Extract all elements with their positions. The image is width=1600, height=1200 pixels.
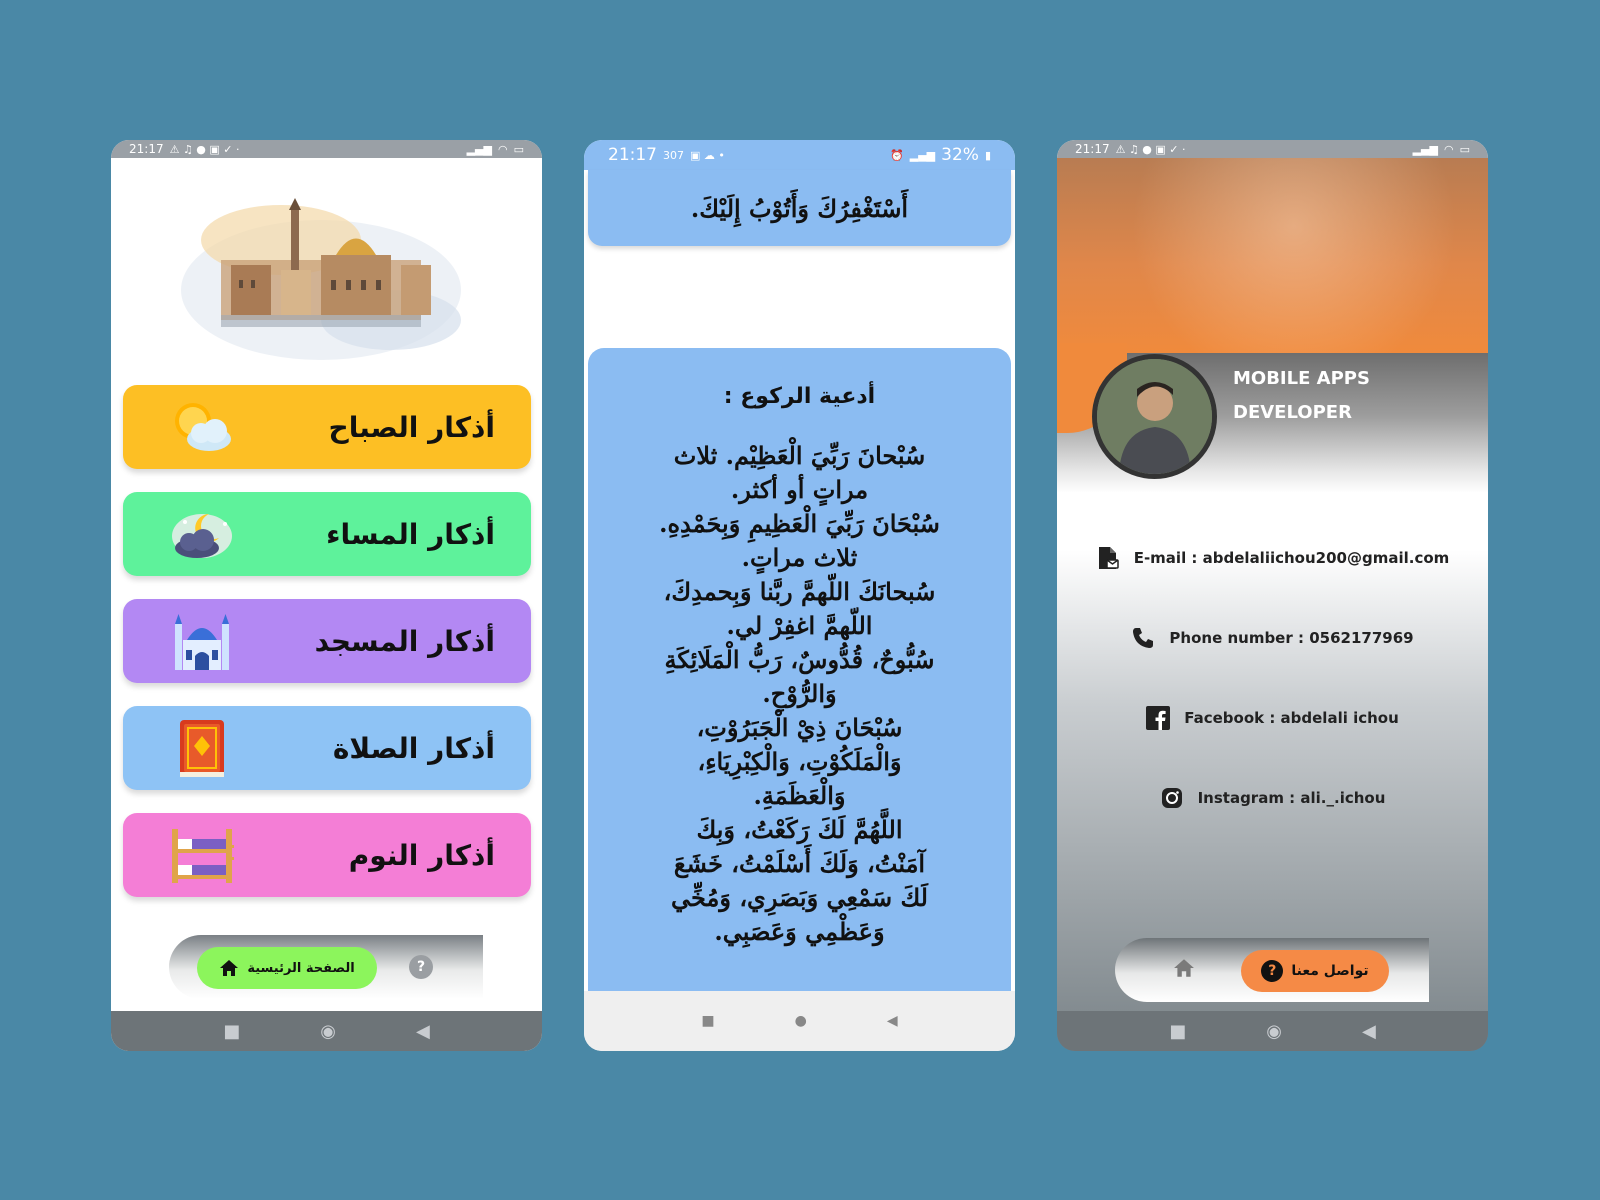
help-icon: ?: [416, 959, 426, 975]
system-nav-bar: ■ ◉ ◀: [111, 1011, 542, 1051]
dua-card-previous: أَسْتَغْفِرُكَ وَأَتُوْبُ إِلَيْكَ.: [588, 170, 1011, 246]
network-speed: 307: [663, 148, 684, 162]
email-document-icon: [1096, 546, 1120, 570]
menu-sleep-adhkar[interactable]: أذكار النوم: [123, 813, 531, 897]
home-system-button[interactable]: ◉: [320, 1021, 336, 1042]
dua-body: سُبْحانَ رَبِّيَ الْعَظِيْم. ثلاث مراتٍ …: [659, 441, 940, 946]
home-nav-button[interactable]: الصفحة الرئيسية: [197, 947, 377, 989]
home-nav-label: الصفحة الرئيسية: [247, 960, 355, 976]
battery-icon: ▭: [1459, 142, 1470, 156]
dua-card-ruku: أدعية الركوع : سُبْحانَ رَبِّيَ الْعَظِي…: [588, 348, 1011, 991]
bunk-bed-icon: [167, 820, 237, 890]
status-bar: 21:17 ⚠ ♫ ● ▣ ✓ · ▂▄▆ ◠ ▭: [111, 140, 542, 158]
recents-button[interactable]: ■: [1169, 1021, 1186, 1042]
help-button[interactable]: ?: [409, 955, 433, 979]
contact-facebook-label: Facebook : abdelali ichou: [1184, 709, 1399, 727]
menu-evening-adhkar[interactable]: أذكار المساء: [123, 492, 531, 576]
menu-label: أذكار الصباح: [328, 410, 495, 444]
system-nav-bar: ■ ◉ ◀: [1057, 1011, 1488, 1051]
menu-label: أذكار الصلاة: [332, 731, 495, 765]
system-nav-bar: ■ ● ◀: [584, 991, 1015, 1051]
menu-label: أذكار المسجد: [314, 624, 495, 658]
bottom-navigation: تواصل معنا ?: [1115, 938, 1429, 1002]
recents-button[interactable]: ■: [701, 1013, 714, 1029]
contact-us-button[interactable]: تواصل معنا ?: [1241, 950, 1389, 992]
contact-us-label: تواصل معنا: [1291, 963, 1369, 979]
menu-prayer-adhkar[interactable]: أذكار الصلاة: [123, 706, 531, 790]
contact-instagram-label: Instagram : ali._.ichou: [1197, 789, 1386, 807]
signal-icon: ▂▄▆: [466, 142, 492, 156]
dua-previous-line: أَسْتَغْفِرُكَ وَأَتُوْبُ إِلَيْكَ.: [690, 193, 909, 223]
mosque-icon: [167, 606, 237, 676]
contact-phone[interactable]: Phone number : 0562177969: [1057, 626, 1488, 650]
menu-mosque-adhkar[interactable]: أذكار المسجد: [123, 599, 531, 683]
signal-icon: ▂▄▆: [909, 148, 936, 162]
help-icon: ?: [1261, 960, 1284, 982]
phone-icon: [1131, 626, 1155, 650]
moon-cloud-icon: [167, 499, 237, 569]
cover-overlay: [1057, 158, 1488, 353]
instagram-icon: [1160, 786, 1184, 810]
contact-email-label: E-mail : abdelaliichou200@gmail.com: [1133, 549, 1450, 567]
facebook-icon: [1146, 706, 1171, 730]
contact-phone-label: Phone number : 0562177969: [1169, 629, 1414, 647]
back-button[interactable]: ◀: [416, 1021, 430, 1042]
status-time: 21:17: [608, 145, 657, 165]
dua-screen: 21:17 307 ▣ ☁ • ⏰ ▂▄▆ 32% ▮ أَسْتَغْفِرُ…: [584, 140, 1015, 1051]
dua-title: أدعية الركوع :: [723, 384, 876, 409]
alarm-icon: ⏰: [890, 148, 904, 162]
battery-icon: ▭: [513, 142, 524, 156]
menu-morning-adhkar[interactable]: أذكار الصباح: [123, 385, 531, 469]
contact-instagram[interactable]: Instagram : ali._.ichou: [1057, 786, 1488, 810]
developer-title-line2: DEVELOPER: [1233, 402, 1352, 423]
developer-title: MOBILE APPS DEVELOPER: [1233, 362, 1370, 430]
wifi-icon: ◠: [497, 142, 508, 156]
wifi-icon: ◠: [1443, 142, 1454, 156]
battery-percent: 32%: [941, 145, 979, 165]
home-icon[interactable]: [1173, 958, 1195, 983]
notification-icons: ⚠ ♫ ● ▣ ✓ ·: [169, 142, 240, 156]
quran-book-icon: [167, 713, 237, 783]
notification-icons: ⚠ ♫ ● ▣ ✓ ·: [1115, 142, 1186, 156]
battery-icon: ▮: [984, 148, 991, 162]
menu-label: أذكار النوم: [348, 838, 495, 872]
menu-label: أذكار المساء: [326, 517, 495, 551]
home-icon: [220, 960, 239, 976]
back-button[interactable]: ◀: [1362, 1021, 1376, 1042]
signal-icon: ▂▄▆: [1412, 142, 1438, 156]
profile-screen: 21:17 ⚠ ♫ ● ▣ ✓ · ▂▄▆ ◠ ▭ MOBILE APPS DE…: [1057, 140, 1488, 1051]
home-system-button[interactable]: ◉: [1266, 1021, 1282, 1042]
contact-facebook[interactable]: Facebook : abdelali ichou: [1057, 706, 1488, 730]
back-button[interactable]: ◀: [887, 1013, 898, 1029]
notification-icons: ▣ ☁ •: [690, 148, 725, 162]
status-time: 21:17: [1075, 142, 1110, 156]
contact-email[interactable]: E-mail : abdelaliichou200@gmail.com: [1057, 546, 1488, 570]
home-screen: 21:17 ⚠ ♫ ● ▣ ✓ · ▂▄▆ ◠ ▭ أذكار الصباح أ…: [111, 140, 542, 1051]
bottom-navigation: الصفحة الرئيسية ?: [169, 935, 483, 999]
status-bar: 21:17 ⚠ ♫ ● ▣ ✓ · ▂▄▆ ◠ ▭: [1057, 140, 1488, 158]
avatar: [1092, 354, 1217, 479]
sun-cloud-icon: [167, 392, 237, 462]
home-system-button[interactable]: ●: [795, 1013, 807, 1029]
status-bar: 21:17 307 ▣ ☁ • ⏰ ▂▄▆ 32% ▮: [584, 140, 1015, 170]
status-time: 21:17: [129, 142, 164, 156]
jerusalem-illustration: [181, 198, 461, 360]
developer-title-line1: MOBILE APPS: [1233, 368, 1370, 389]
recents-button[interactable]: ■: [223, 1021, 240, 1042]
